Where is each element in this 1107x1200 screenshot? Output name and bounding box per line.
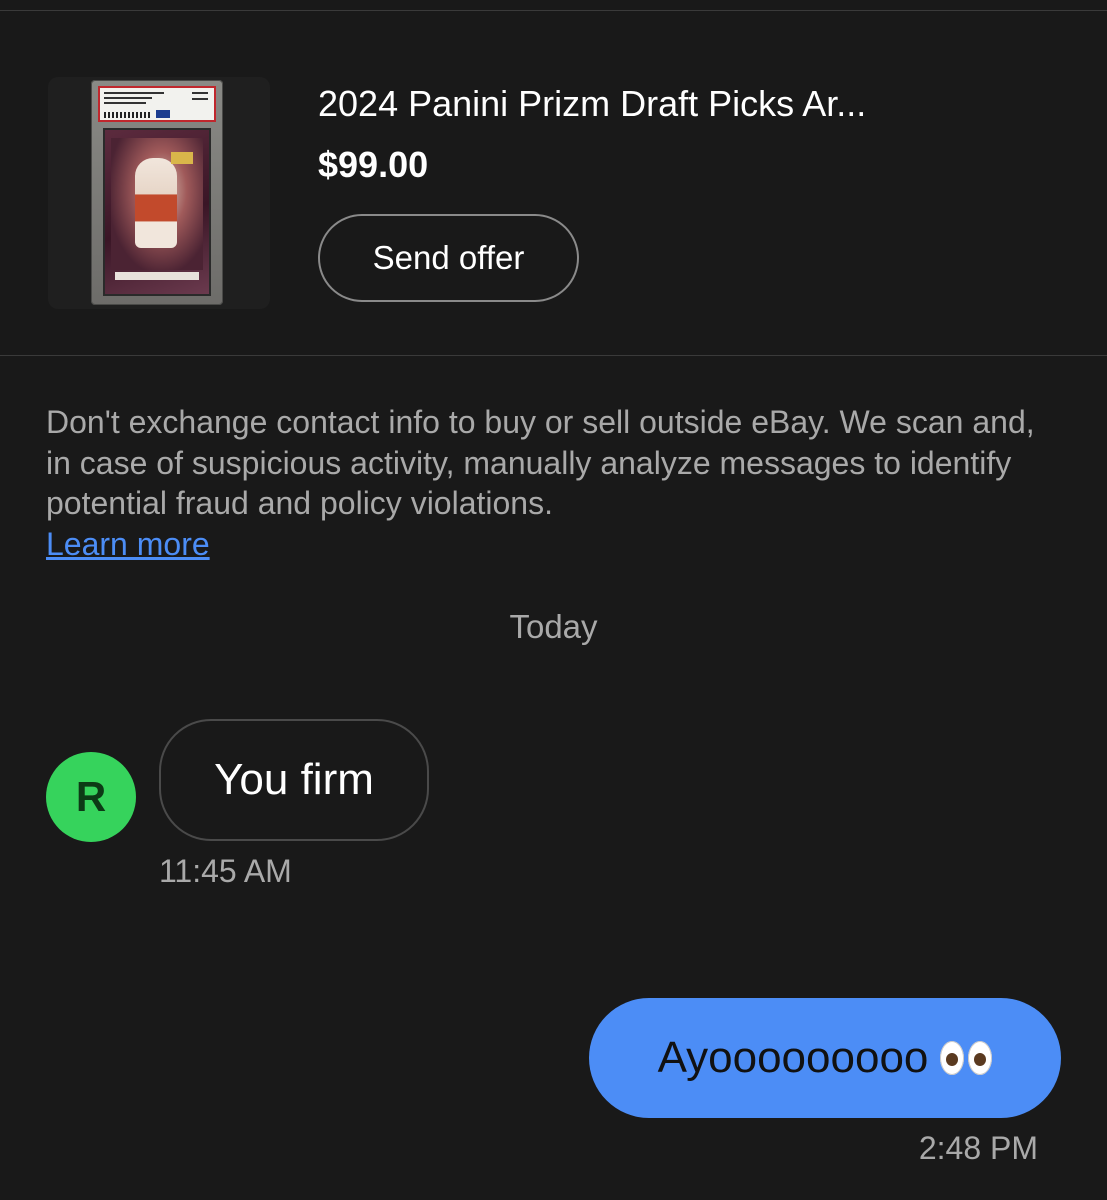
incoming-message-bubble[interactable]: You firm (159, 719, 429, 841)
conversation-screen: 2024 Panini Prizm Draft Picks Ar... $99.… (0, 0, 1107, 1200)
listing-thumbnail[interactable] (48, 77, 270, 309)
avatar[interactable]: R (46, 752, 136, 842)
listing-title[interactable]: 2024 Panini Prizm Draft Picks Ar... (318, 83, 866, 125)
listing-header[interactable]: 2024 Panini Prizm Draft Picks Ar... $99.… (0, 11, 1107, 355)
section-divider (0, 355, 1107, 356)
grading-label (98, 86, 216, 122)
learn-more-link[interactable]: Learn more (46, 526, 210, 562)
graded-card-image (91, 80, 223, 305)
safety-notice-text: Don't exchange contact info to buy or se… (46, 404, 1035, 521)
date-separator: Today (509, 608, 598, 645)
message-text: You firm (214, 755, 374, 804)
message-text: Ayooooooooo (657, 1033, 929, 1082)
listing-price: $99.00 (318, 144, 429, 185)
avatar-initial: R (75, 773, 107, 820)
message-timestamp: 2:48 PM (918, 1130, 1038, 1166)
eyes-emoji-icon (940, 1041, 993, 1075)
trading-card-art (103, 128, 211, 296)
message-timestamp: 11:45 AM (159, 853, 292, 889)
send-offer-button[interactable]: Send offer (318, 214, 579, 302)
outgoing-message-bubble[interactable]: Ayooooooooo (589, 998, 1061, 1118)
safety-notice: Don't exchange contact info to buy or se… (46, 402, 1066, 564)
